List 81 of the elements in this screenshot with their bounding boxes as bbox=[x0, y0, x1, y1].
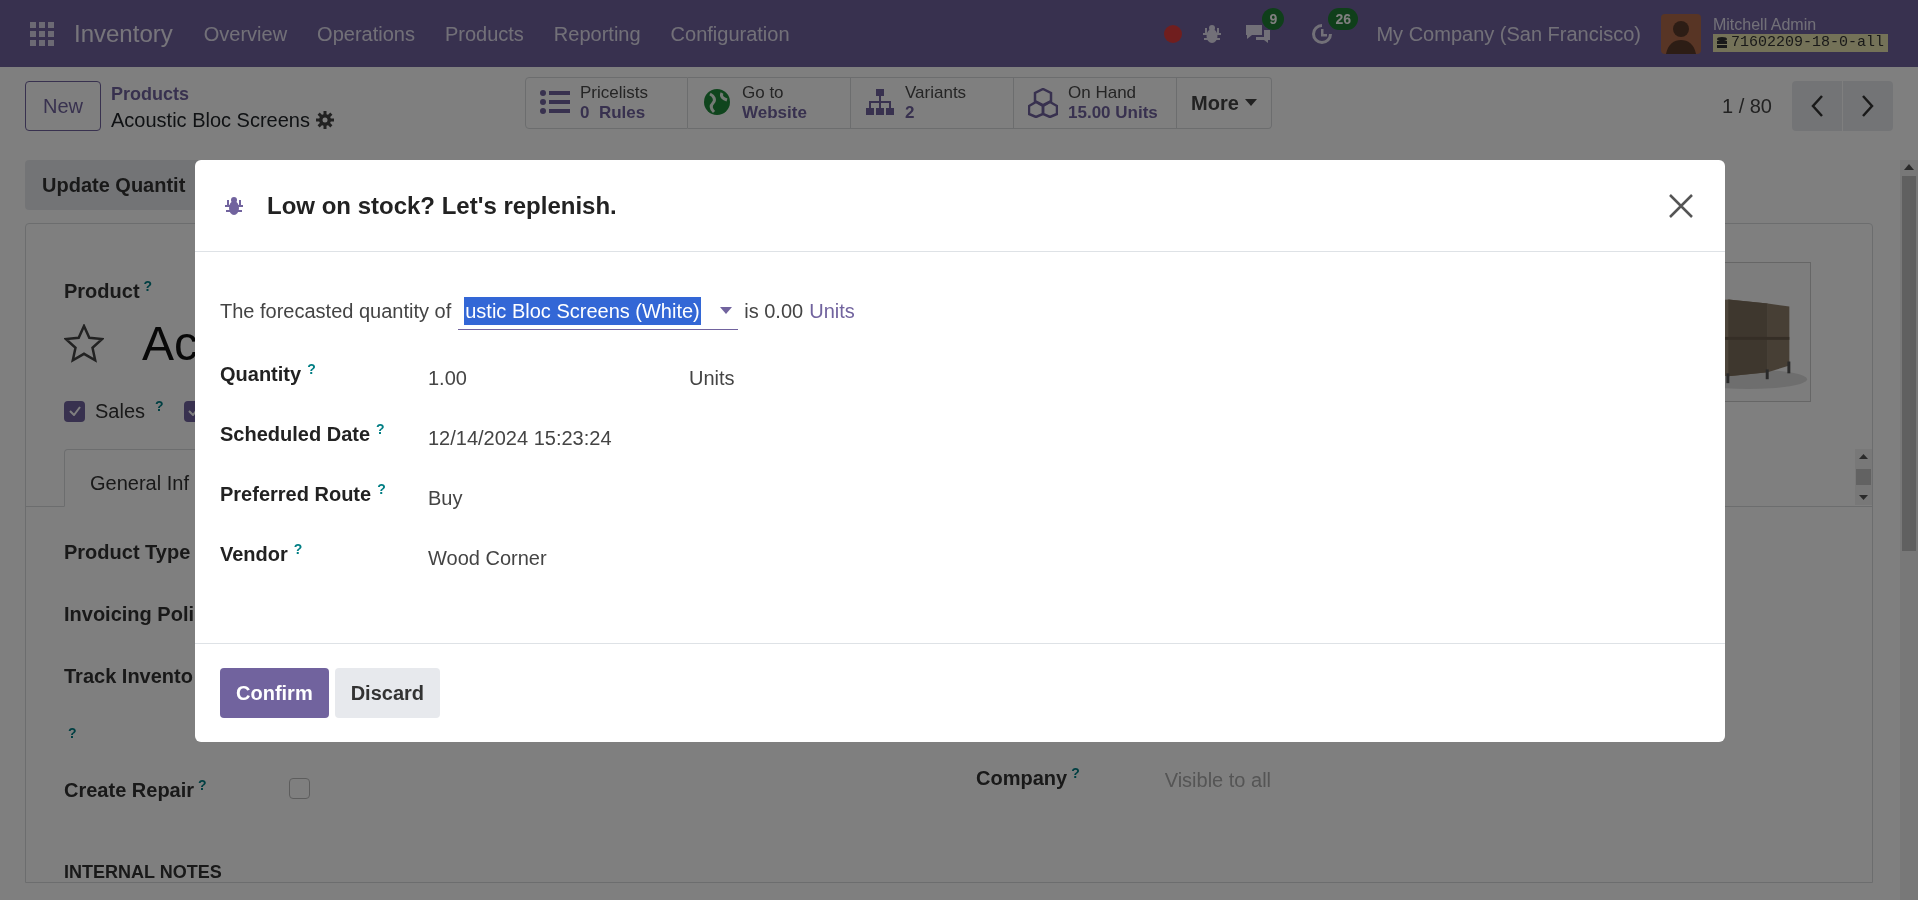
menu-item[interactable]: Configuration bbox=[670, 18, 790, 49]
clock-icon[interactable] bbox=[1310, 21, 1335, 46]
caret-icon bbox=[1244, 99, 1257, 107]
database-tag: 71602209-18-0-all bbox=[1712, 33, 1888, 52]
dialog-title: Low on stock? Let's replenish. bbox=[267, 190, 617, 221]
app-menu-icon[interactable] bbox=[30, 21, 54, 46]
forecast-text: The forecasted quantity of bbox=[220, 299, 452, 324]
user-name[interactable]: Mitchell Admin bbox=[1712, 15, 1888, 34]
menu-item[interactable]: Reporting bbox=[553, 18, 641, 49]
field-value[interactable]: 1.00 bbox=[428, 363, 689, 393]
forecast-text: is 0.00 bbox=[744, 299, 804, 324]
menu-item[interactable]: Products bbox=[444, 18, 524, 49]
discard-button[interactable]: Discard bbox=[334, 668, 441, 718]
field-label: Product bbox=[64, 279, 140, 304]
next-button[interactable] bbox=[1843, 81, 1893, 131]
previous-button[interactable] bbox=[1792, 81, 1842, 131]
star-icon[interactable] bbox=[64, 324, 104, 364]
close-button[interactable] bbox=[1667, 191, 1695, 220]
close-icon bbox=[1669, 193, 1693, 218]
field-label: Invoicing Poli bbox=[64, 602, 194, 627]
field-value[interactable]: Wood Corner bbox=[428, 543, 689, 573]
scroll-up-icon bbox=[1859, 454, 1868, 459]
scroll-up-icon bbox=[1904, 164, 1914, 170]
unit-value[interactable]: Units bbox=[689, 363, 735, 393]
counter-badge: 26 bbox=[1328, 7, 1358, 30]
field-label: Track Invento bbox=[64, 664, 193, 689]
more-button[interactable]: More bbox=[1177, 77, 1272, 129]
help-mark[interactable]: ? bbox=[155, 396, 164, 417]
smart-button[interactable]: On Hand 15.00 Units bbox=[1014, 77, 1177, 129]
field-label: Company bbox=[976, 766, 1068, 791]
scrollbar[interactable] bbox=[1855, 449, 1872, 505]
help-mark[interactable]: ? bbox=[293, 539, 303, 560]
hierarchy-icon bbox=[865, 88, 895, 118]
field-label: Preferred Route bbox=[220, 482, 372, 507]
bug-icon bbox=[1202, 23, 1223, 44]
breadcrumb-link[interactable]: Products bbox=[111, 81, 334, 107]
counter-badge: 9 bbox=[1262, 7, 1285, 30]
unit-link[interactable]: Units bbox=[809, 296, 855, 326]
field-label: Quantity bbox=[220, 362, 302, 387]
bug-icon bbox=[225, 195, 243, 216]
help-mark[interactable]: ? bbox=[198, 775, 207, 796]
product-name: Ac bbox=[142, 316, 198, 372]
smart-button[interactable]: Variants 2 bbox=[851, 77, 1014, 129]
confirm-button[interactable]: Confirm bbox=[220, 668, 329, 718]
smart-button[interactable]: Pricelists 0 Rules bbox=[525, 77, 688, 129]
avatar-icon bbox=[1660, 13, 1701, 54]
app-name[interactable]: Inventory bbox=[74, 15, 173, 52]
smart-button[interactable]: Go to Website bbox=[688, 77, 851, 129]
field-label: Vendor bbox=[220, 542, 288, 567]
scrollbar[interactable] bbox=[1900, 160, 1918, 900]
settings-icon[interactable] bbox=[316, 111, 334, 129]
menu-item[interactable]: Operations bbox=[317, 18, 415, 49]
status-dot-icon bbox=[1164, 24, 1183, 43]
scroll-down-icon bbox=[1859, 495, 1868, 500]
caret-icon bbox=[720, 307, 733, 314]
help-mark[interactable]: ? bbox=[1071, 763, 1080, 784]
database-icon bbox=[1716, 36, 1727, 49]
globe-icon bbox=[702, 88, 732, 118]
checkbox[interactable] bbox=[289, 778, 310, 799]
menu-item[interactable]: Overview bbox=[203, 18, 288, 49]
cubes-icon bbox=[1028, 88, 1058, 118]
checkbox-label: Sales bbox=[95, 399, 146, 424]
help-mark[interactable]: ? bbox=[377, 479, 386, 500]
check-icon bbox=[68, 406, 81, 416]
help-mark[interactable]: ? bbox=[376, 419, 385, 440]
field-label: Product Type bbox=[64, 540, 191, 565]
field-value[interactable]: 12/14/2024 15:23:24 bbox=[428, 423, 689, 453]
company-switcher[interactable]: My Company (San Francisco) bbox=[1376, 18, 1641, 49]
help-mark[interactable]: ? bbox=[143, 276, 153, 297]
record-title: Acoustic Bloc Screens bbox=[111, 108, 310, 133]
pager-value[interactable]: 1 / 80 bbox=[1721, 91, 1772, 121]
chevron-right-icon bbox=[1862, 95, 1874, 117]
section-heading: INTERNAL NOTES bbox=[64, 861, 223, 882]
help-mark[interactable]: ? bbox=[68, 723, 77, 744]
field-label: Create Repair bbox=[64, 778, 195, 803]
checkbox[interactable] bbox=[64, 400, 85, 422]
field-value[interactable]: Buy bbox=[428, 483, 689, 513]
field-label: Scheduled Date bbox=[220, 422, 371, 447]
new-button[interactable]: New bbox=[25, 81, 101, 131]
help-mark[interactable]: ? bbox=[307, 359, 316, 380]
chevron-left-icon bbox=[1811, 95, 1823, 117]
